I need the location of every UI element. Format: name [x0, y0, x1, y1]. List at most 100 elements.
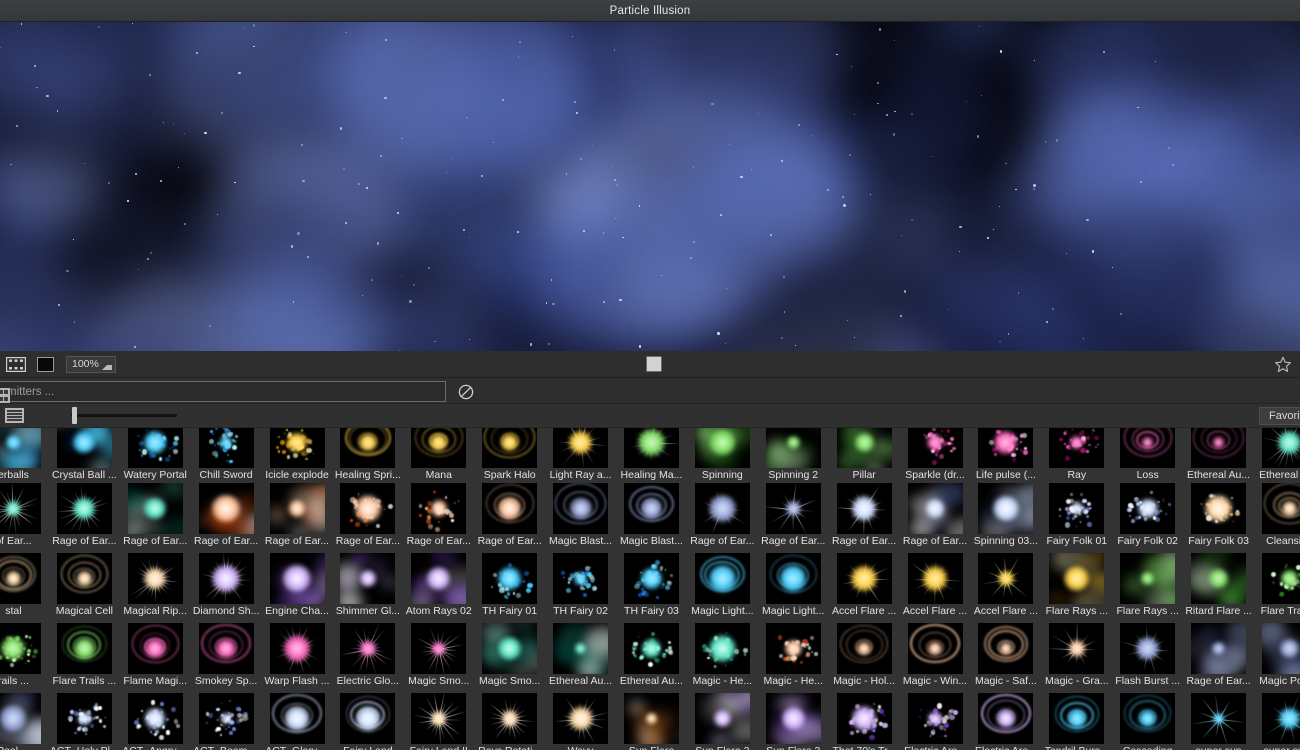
- emitter-item[interactable]: Warp Flash ...: [262, 622, 333, 692]
- emitter-item[interactable]: Flare Trails .: [1254, 552, 1300, 622]
- emitter-item[interactable]: ACT_Beam ...: [191, 692, 262, 750]
- emitter-item[interactable]: Rage of Ear...: [829, 482, 900, 552]
- emitter-item[interactable]: Magical Rip...: [120, 552, 191, 622]
- emitter-item[interactable]: Atom Rays 02: [403, 552, 474, 622]
- emitter-item[interactable]: super sun2: [1254, 692, 1300, 750]
- emitter-item[interactable]: That 70's Tr...: [829, 692, 900, 750]
- emitter-item[interactable]: Sparkle (dr...: [900, 428, 971, 482]
- emitter-item[interactable]: Rage of Ear...: [262, 482, 333, 552]
- emitter-item[interactable]: Smokey Sp...: [191, 622, 262, 692]
- emitter-item[interactable]: Flare Rays ...: [1112, 552, 1183, 622]
- emitter-item[interactable]: Rays Rotati...: [474, 692, 545, 750]
- emitter-item[interactable]: super sun: [1183, 692, 1254, 750]
- emitter-item[interactable]: Spinning 03...: [970, 482, 1041, 552]
- emitter-item[interactable]: Rage of Ear...: [332, 482, 403, 552]
- emitter-item[interactable]: Shimmer Gl...: [332, 552, 403, 622]
- emitter-item[interactable]: Rage of Ear...: [758, 482, 829, 552]
- emitter-item[interactable]: TH Fairy 03: [616, 552, 687, 622]
- clear-search-icon[interactable]: [457, 383, 475, 401]
- emitter-item[interactable]: Icicle explode: [262, 428, 333, 482]
- emitter-item[interactable]: Rage of Ear...: [900, 482, 971, 552]
- emitter-item[interactable]: Cleansing: [1254, 482, 1300, 552]
- emitter-item[interactable]: Magic Smo...: [474, 622, 545, 692]
- emitter-item[interactable]: Magic - He...: [758, 622, 829, 692]
- particle-preview-canvas[interactable]: [0, 22, 1300, 351]
- emitter-item[interactable]: Watery Portal: [120, 428, 191, 482]
- emitter-item[interactable]: Crystal Ball ...: [49, 428, 120, 482]
- emitter-item[interactable]: Electric Are...: [900, 692, 971, 750]
- emitter-item[interactable]: Ethereal Sou: [1254, 428, 1300, 482]
- favorites-button[interactable]: Favorites: [1259, 407, 1300, 425]
- emitter-item[interactable]: Sun Flare 3: [758, 692, 829, 750]
- emitter-item[interactable]: Loss: [1112, 428, 1183, 482]
- emitter-item[interactable]: Fairy Folk 02: [1112, 482, 1183, 552]
- emitter-item[interactable]: Engine Cha...: [262, 552, 333, 622]
- emitter-item[interactable]: Magical Cell: [49, 552, 120, 622]
- emitter-item[interactable]: Cascading: [1112, 692, 1183, 750]
- emitter-item[interactable]: Ethereal Au...: [545, 622, 616, 692]
- emitter-item[interactable]: Flash Burst ...: [1112, 622, 1183, 692]
- emitter-item[interactable]: Magic Light...: [758, 552, 829, 622]
- emitter-item[interactable]: Wavy: [545, 692, 616, 750]
- emitter-item[interactable]: Rage of Ear...: [1183, 622, 1254, 692]
- emitter-item[interactable]: Pillar: [829, 428, 900, 482]
- slider-handle[interactable]: [72, 407, 77, 424]
- emitter-item[interactable]: Electric Glo...: [332, 622, 403, 692]
- emitter-item[interactable]: Pool ...: [0, 692, 49, 750]
- emitter-item[interactable]: Ethereal Au...: [616, 622, 687, 692]
- emitter-item[interactable]: Magic - Gra...: [1041, 622, 1112, 692]
- emitter-item[interactable]: ACT_Angry ...: [120, 692, 191, 750]
- emitter-item[interactable]: Sun Flare: [616, 692, 687, 750]
- emitter-item[interactable]: Mana: [403, 428, 474, 482]
- emitter-item[interactable]: Healing Ma...: [616, 428, 687, 482]
- star-outline-icon[interactable]: [1274, 356, 1292, 373]
- emitter-item[interactable]: Rage of Ear...: [120, 482, 191, 552]
- emitter-item[interactable]: Rage of Ear...: [474, 482, 545, 552]
- emitter-item[interactable]: Spinning 2: [758, 428, 829, 482]
- emitter-item[interactable]: Spinning: [687, 428, 758, 482]
- emitter-item[interactable]: Flare Rays ...: [1041, 552, 1112, 622]
- emitter-item[interactable]: Chill Sword: [191, 428, 262, 482]
- emitter-item[interactable]: Life pulse (...: [970, 428, 1041, 482]
- emitter-item[interactable]: Magic Light...: [687, 552, 758, 622]
- emitter-item[interactable]: TH Fairy 01: [474, 552, 545, 622]
- list-view-icon[interactable]: [5, 408, 24, 423]
- emitter-item[interactable]: Spark Halo: [474, 428, 545, 482]
- search-input[interactable]: [0, 381, 446, 402]
- emitter-item[interactable]: Fairy Folk 01: [1041, 482, 1112, 552]
- emitter-item[interactable]: Light Ray a...: [545, 428, 616, 482]
- emitter-item[interactable]: Ray: [1041, 428, 1112, 482]
- emitter-item[interactable]: Rage of Ear...: [687, 482, 758, 552]
- emitter-item[interactable]: Accel Flare ...: [829, 552, 900, 622]
- emitter-item[interactable]: ACT_Glory ...: [262, 692, 333, 750]
- emitter-item[interactable]: Magic Pool 0: [1254, 622, 1300, 692]
- emitter-item[interactable]: Magic - He...: [687, 622, 758, 692]
- emitter-browser[interactable]: erballs Crystal Ball ... Watery Portal Chil…: [0, 428, 1300, 750]
- emitter-item[interactable]: ACT_Holy Pl...: [49, 692, 120, 750]
- emitter-item[interactable]: Magic Blast...: [545, 482, 616, 552]
- thumbnail-size-slider[interactable]: [66, 407, 178, 424]
- emitter-item[interactable]: Magic Blast...: [616, 482, 687, 552]
- emitter-item[interactable]: Magic - Win...: [900, 622, 971, 692]
- emitter-item[interactable]: Flame Magi...: [120, 622, 191, 692]
- emitter-item[interactable]: TH Fairy 02: [545, 552, 616, 622]
- emitter-item[interactable]: Magic - Hol...: [829, 622, 900, 692]
- zoom-level-dropdown[interactable]: 100%: [66, 355, 116, 373]
- emitter-item[interactable]: Ritard Flare ...: [1183, 552, 1254, 622]
- emitter-item[interactable]: stal: [0, 552, 49, 622]
- emitter-item[interactable]: Electric Are...: [970, 692, 1041, 750]
- grid-view-icon[interactable]: [0, 388, 10, 403]
- emitter-item[interactable]: Fairy Land II: [403, 692, 474, 750]
- emitter-item[interactable]: Rage of Ear...: [403, 482, 474, 552]
- emitter-item[interactable]: Diamond Sh...: [191, 552, 262, 622]
- background-color-swatch[interactable]: [37, 356, 54, 372]
- emitter-item[interactable]: Rage of Ear...: [49, 482, 120, 552]
- emitter-item[interactable]: Fairy Land: [332, 692, 403, 750]
- emitter-item[interactable]: Fairy Folk 03: [1183, 482, 1254, 552]
- emitter-item[interactable]: erballs: [0, 428, 49, 482]
- emitter-item[interactable]: Sun Flare 2: [687, 692, 758, 750]
- emitter-item[interactable]: rails ...: [0, 622, 49, 692]
- emitter-item[interactable]: Magic Smo...: [403, 622, 474, 692]
- emitter-item[interactable]: Rage of Ear...: [191, 482, 262, 552]
- emitter-item[interactable]: Accel Flare ...: [970, 552, 1041, 622]
